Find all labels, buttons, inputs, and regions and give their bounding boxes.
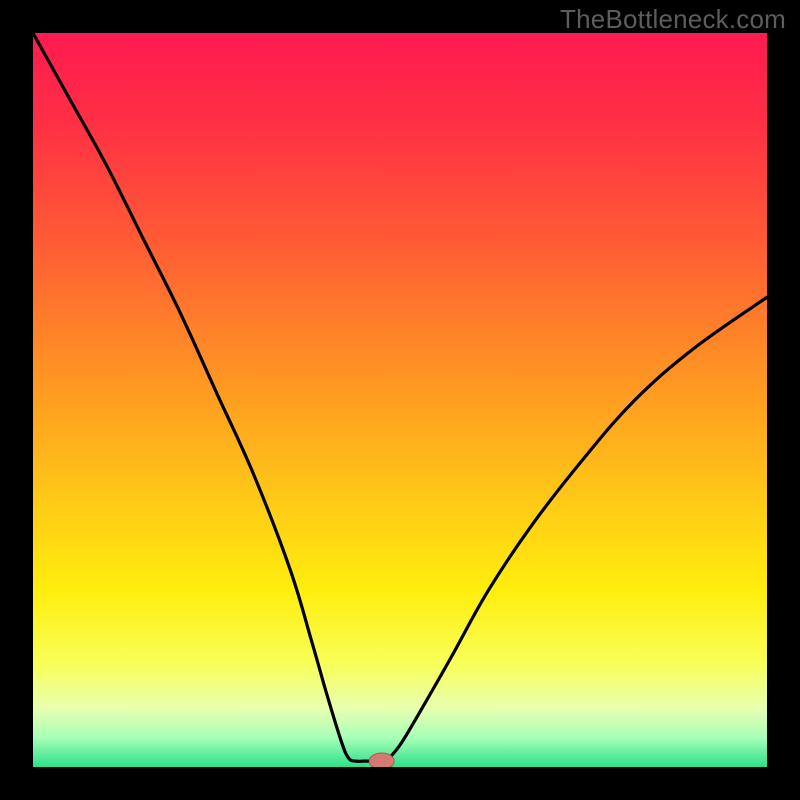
chart-frame: TheBottleneck.com xyxy=(0,0,800,800)
plot-area xyxy=(33,33,767,767)
minimum-marker xyxy=(369,753,394,767)
bottleneck-chart xyxy=(33,33,767,767)
watermark-text: TheBottleneck.com xyxy=(560,4,786,35)
gradient-background xyxy=(33,33,767,767)
